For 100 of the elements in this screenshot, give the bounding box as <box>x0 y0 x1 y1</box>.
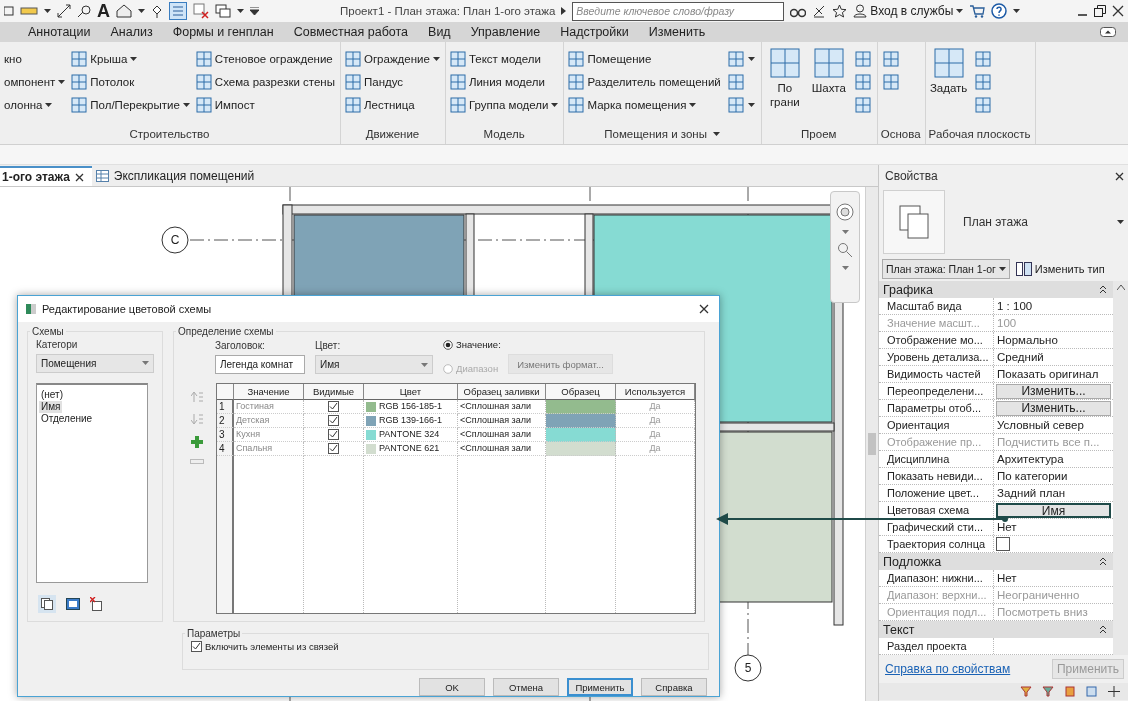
dialog-button[interactable]: Справка <box>641 678 707 696</box>
tool-button[interactable] <box>972 48 993 69</box>
measure-icon[interactable] <box>20 5 38 17</box>
rename-icon[interactable] <box>66 598 80 610</box>
ribbon-button[interactable]: Потолок <box>70 71 191 92</box>
checkbox[interactable] <box>328 429 339 440</box>
collapse-icon[interactable] <box>1099 625 1107 634</box>
ribbon-button[interactable]: Помещение <box>567 48 722 69</box>
restore-icon[interactable] <box>1094 5 1106 17</box>
color-dropdown[interactable]: Имя <box>315 355 433 374</box>
tool-button[interactable] <box>972 71 993 92</box>
close-icon[interactable] <box>74 172 84 182</box>
checkbox[interactable] <box>996 537 1010 551</box>
ribbon-button[interactable]: омпонент <box>3 71 67 92</box>
tool-button[interactable] <box>725 48 757 69</box>
add-icon[interactable] <box>190 435 204 449</box>
checkbox[interactable] <box>328 415 339 426</box>
customize-icon[interactable] <box>250 7 259 15</box>
dialog-button[interactable]: OK <box>419 678 485 696</box>
filter-icon[interactable] <box>1020 686 1032 697</box>
edit-type-button[interactable]: Изменить тип <box>1015 262 1105 276</box>
view-selector[interactable]: План этажа: План 1-ог <box>882 259 1010 279</box>
duplicate-button[interactable] <box>38 595 56 613</box>
menu-tab[interactable]: Надстройки <box>556 22 633 42</box>
collapse-icon[interactable] <box>1100 27 1116 37</box>
list-item[interactable]: Имя <box>39 400 63 413</box>
ribbon-button[interactable]: Группа модели <box>448 94 560 115</box>
ribbon-button[interactable]: Текст модели <box>448 48 560 69</box>
category-dropdown[interactable]: Помещения <box>36 354 154 373</box>
text-tool-button[interactable]: A <box>97 1 110 21</box>
tool-button[interactable] <box>725 94 757 115</box>
collapse-icon[interactable] <box>1099 285 1107 294</box>
tool-button[interactable] <box>852 94 873 115</box>
ribbon-button[interactable]: Пол/Перекрытие <box>70 94 191 115</box>
ribbon-button[interactable]: Стеновое ограждение <box>194 48 336 69</box>
help-icon[interactable] <box>991 3 1008 19</box>
ribbon-button[interactable]: Марка помещения <box>567 94 722 115</box>
ribbon-button[interactable]: кно <box>3 48 67 69</box>
menu-tab[interactable]: Аннотации <box>24 22 95 42</box>
ribbon-button[interactable]: Лестница <box>343 94 441 115</box>
dialog-button[interactable]: Применить <box>567 678 633 696</box>
group-header[interactable]: Текст <box>879 621 1113 638</box>
select-icon[interactable] <box>1086 686 1098 697</box>
menu-tab[interactable]: Формы и генплан <box>168 22 278 42</box>
ribbon-button[interactable]: Разделитель помещений <box>567 71 722 92</box>
menu-tab[interactable]: Управление <box>466 22 545 42</box>
zoom-icon[interactable] <box>837 242 853 258</box>
checkbox[interactable] <box>328 401 339 412</box>
tool-button[interactable] <box>972 94 993 115</box>
filter-icon[interactable] <box>1042 686 1054 697</box>
view-tab[interactable]: Экспликация помещений <box>93 166 263 186</box>
tool-button[interactable] <box>852 48 873 69</box>
menu-tab[interactable]: Совместная работа <box>289 22 413 42</box>
pin-icon[interactable] <box>151 4 163 18</box>
ribbon-button[interactable]: Схема разрезки стены <box>194 71 336 92</box>
heading-input[interactable]: Легенда комнат <box>215 355 305 374</box>
ribbon-button[interactable]: Крыша <box>70 48 191 69</box>
group-header[interactable]: Подложка <box>879 553 1113 570</box>
printer-icon[interactable] <box>4 4 14 18</box>
delete-icon[interactable] <box>90 597 102 611</box>
menu-tab[interactable]: Вид <box>424 22 455 42</box>
collapse-icon[interactable] <box>1099 557 1107 566</box>
color-cell[interactable]: RGB 156-185-1 <box>364 400 458 414</box>
thin-lines-icon[interactable] <box>169 2 187 20</box>
color-cell[interactable]: PANTONE 621 <box>364 442 458 456</box>
tool-button[interactable] <box>880 48 901 69</box>
edit-button[interactable]: Изменить... <box>996 383 1111 399</box>
ribbon-button[interactable]: Шахта <box>808 48 849 95</box>
menu-tab[interactable]: Изменить <box>644 22 710 42</box>
checkbox-option[interactable]: Включить элементы из связей <box>191 641 700 652</box>
radio-option[interactable]: Значение: <box>443 339 613 350</box>
search-field[interactable]: Введите ключевое слово/фразу <box>572 1 785 21</box>
ribbon-button[interactable]: Пандус <box>343 71 441 92</box>
view-tab[interactable]: 1-ого этажа <box>0 166 92 186</box>
close-icon[interactable] <box>1115 171 1124 181</box>
close-icon[interactable] <box>699 304 709 314</box>
group-header[interactable]: Графика <box>879 281 1113 298</box>
tool-button[interactable] <box>852 71 873 92</box>
list-item[interactable]: (нет) <box>39 388 65 401</box>
scrollbar[interactable] <box>1113 281 1128 655</box>
dialog-button[interactable]: Отмена <box>493 678 559 696</box>
color-cell[interactable]: RGB 139-166-1 <box>364 414 458 428</box>
color-cell[interactable]: PANTONE 324 <box>364 428 458 442</box>
checkbox[interactable] <box>191 641 202 652</box>
close-icon[interactable] <box>1112 5 1124 17</box>
expand-icon[interactable] <box>561 7 567 15</box>
star-icon[interactable] <box>832 4 848 18</box>
help-link[interactable]: Справка по свойствам <box>885 662 1011 676</box>
sign-in-button[interactable]: Вход в службы <box>853 4 964 18</box>
ribbon-button[interactable]: Импост <box>194 94 336 115</box>
menu-tab[interactable]: Анализ <box>106 22 157 42</box>
close-hidden-icon[interactable] <box>193 3 209 19</box>
house-icon[interactable] <box>116 4 132 18</box>
ribbon-button[interactable]: олонна <box>3 94 67 115</box>
switch-windows-icon[interactable] <box>215 4 231 18</box>
ribbon-button[interactable]: Линия модели <box>448 71 560 92</box>
scrollbar[interactable] <box>865 187 878 701</box>
move-icon[interactable] <box>1108 686 1120 697</box>
view-cube-icon[interactable] <box>835 202 855 222</box>
checkbox[interactable] <box>328 443 339 454</box>
